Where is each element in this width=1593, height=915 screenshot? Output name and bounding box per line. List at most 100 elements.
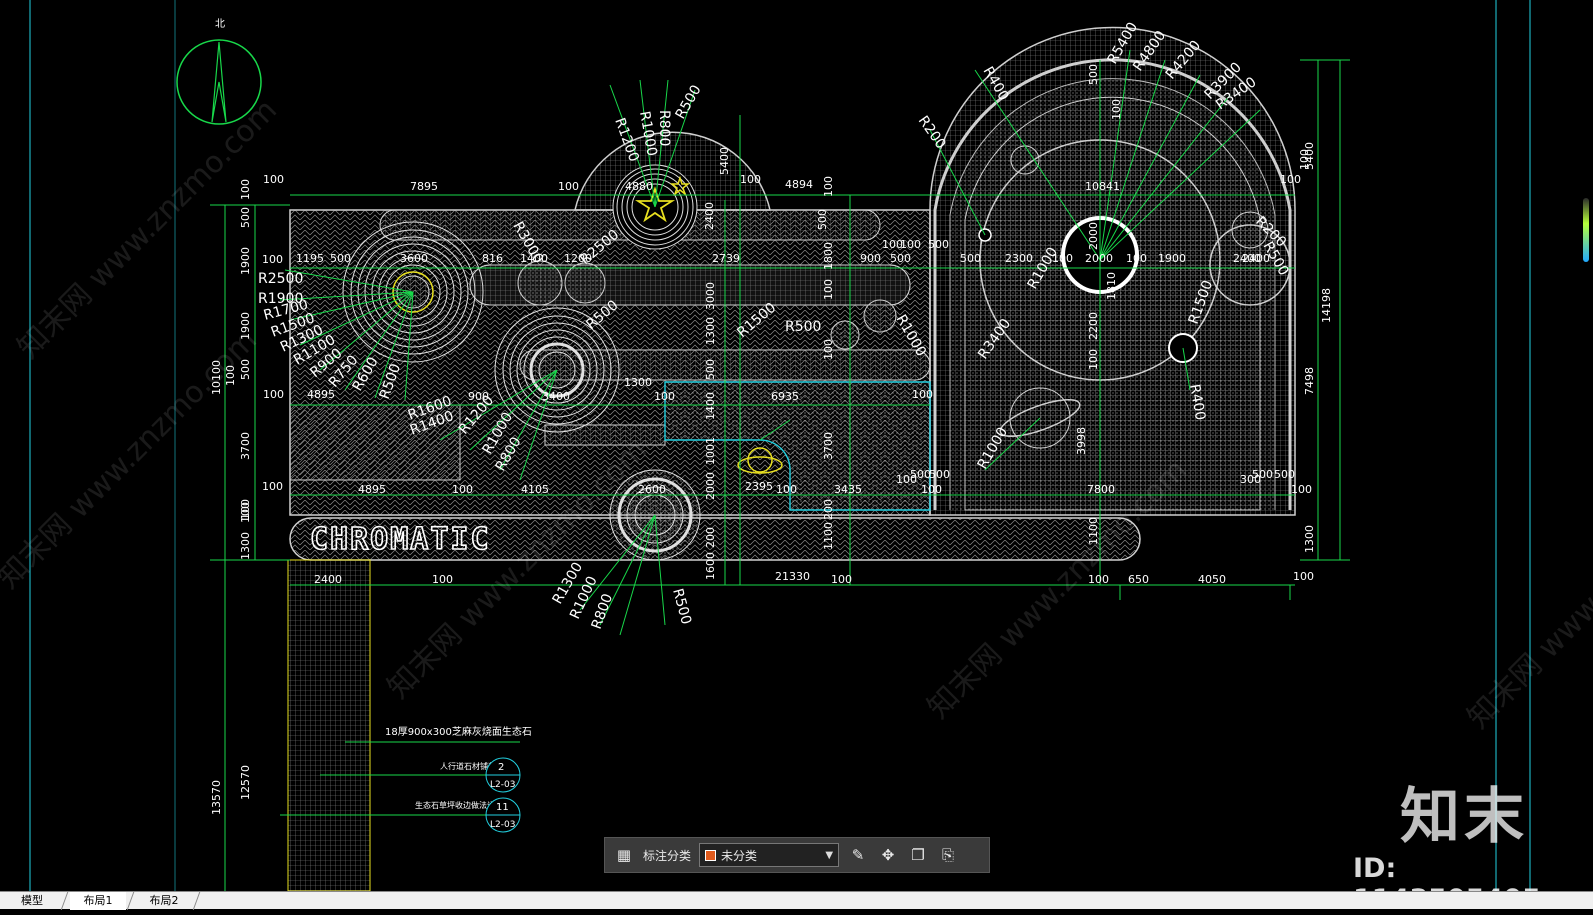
dimension-label: 1400 <box>704 392 717 420</box>
chevron-down-icon: ▼ <box>825 849 834 861</box>
dimension-label: 100 <box>654 390 675 403</box>
dimension-label: 1195 <box>296 252 324 265</box>
dimension-label: 100 <box>1088 573 1109 586</box>
dimension-label: 2400 <box>703 202 716 230</box>
dimension-label: 1300 <box>1303 525 1316 553</box>
dimension-label: 1810 <box>1105 272 1118 300</box>
dimension-label: 816 <box>482 252 503 265</box>
dimension-label: 6935 <box>771 390 799 403</box>
move-icon[interactable]: ✥ <box>877 844 899 866</box>
grid-icon[interactable]: ▦ <box>613 844 635 866</box>
paste-icon[interactable]: ⎘ <box>937 844 959 866</box>
dimension-label: 7895 <box>410 180 438 193</box>
category-dropdown[interactable]: 未分类 ▼ <box>699 843 840 867</box>
dimension-label: 10841 <box>1085 180 1120 193</box>
dimension-label: 500 <box>704 359 717 380</box>
dimension-label: 7498 <box>1303 367 1316 395</box>
radius-label: R800 <box>656 110 672 146</box>
dimension-label: 1600 <box>704 552 717 580</box>
dimension-label: 500 <box>1087 64 1100 85</box>
dimension-label: 100 <box>831 573 852 586</box>
dimension-label: 1100 <box>822 522 835 550</box>
dimension-label: 1900 <box>239 247 252 275</box>
dimension-label: 3700 <box>822 432 835 460</box>
dimension-label: 500 <box>239 359 252 380</box>
dimension-label: 2300 <box>1005 252 1033 265</box>
dimension-label: 1100 <box>1087 517 1100 545</box>
tab-model[interactable]: 模型 <box>6 892 58 910</box>
edit-icon[interactable]: ✎ <box>847 844 869 866</box>
dimension-label: 12570 <box>239 765 252 800</box>
dimension-label: 100 <box>263 388 284 401</box>
annotation-toolbar: ▦ 标注分类 未分类 ▼ ✎ ✥ ❐ ⎘ <box>604 837 990 873</box>
svg-text:11: 11 <box>496 802 509 813</box>
dimension-label: 500 <box>816 209 829 230</box>
dimension-label: 100 <box>239 179 252 200</box>
radius-label: R500 <box>673 82 705 122</box>
dimension-label: 2395 <box>745 480 773 493</box>
dimension-label: 1900 <box>239 312 252 340</box>
dimension-label: 100 <box>262 480 283 493</box>
dimension-label: 1800 <box>822 242 835 270</box>
tab-layout2[interactable]: 布局2 <box>136 892 192 910</box>
dimension-label: 2400 <box>1233 252 1261 265</box>
dimension-label: 21330 <box>775 570 810 583</box>
callout-11[interactable]: 11 L2-03 <box>485 797 521 833</box>
scrollbar-indicator[interactable] <box>1583 198 1589 262</box>
dimension-label: 2400 <box>314 573 342 586</box>
dimension-label: 4895 <box>358 483 386 496</box>
dimension-label: 1300 <box>624 376 652 389</box>
dimension-label: 100 <box>1110 99 1123 120</box>
dimension-label: 2000 <box>704 472 717 500</box>
dimension-label: 1300 <box>239 532 252 560</box>
layout-tab-bar: 模型 布局1 布局2 <box>0 891 1593 910</box>
dimension-label: 500 <box>960 252 981 265</box>
svg-text:L2-03: L2-03 <box>490 780 515 790</box>
dimension-label: 2600 <box>638 483 666 496</box>
dimension-label: 1900 <box>1158 252 1186 265</box>
dimension-label: 500 <box>330 252 351 265</box>
dimension-label: 100 <box>900 238 921 251</box>
dimension-label: 100 <box>912 388 933 401</box>
brand-logo: 知末 <box>1400 782 1528 852</box>
dimension-label: 100 <box>921 483 942 496</box>
dimension-label: 3700 <box>239 432 252 460</box>
dimension-label: 100 <box>1087 349 1100 370</box>
dimension-label: 100 <box>1126 252 1147 265</box>
dimension-label: 100 <box>822 279 835 300</box>
svg-text:2: 2 <box>498 762 504 773</box>
dimension-label: 100 <box>263 173 284 186</box>
dimension-label: 1001 <box>704 437 717 465</box>
dimension-label: 100 <box>822 339 835 360</box>
dimension-label: 100 <box>432 573 453 586</box>
dimension-label: 4050 <box>1198 573 1226 586</box>
dimension-label: 13570 <box>210 780 223 815</box>
dimension-label: 5400 <box>718 147 731 175</box>
annotation-category-label: 标注分类 <box>643 848 692 863</box>
dimension-label: 100 <box>1280 173 1301 186</box>
category-value: 未分类 <box>721 848 758 863</box>
dimension-label: 100 <box>740 173 761 186</box>
radius-label: R2500 <box>258 271 303 287</box>
radius-label: R500 <box>785 319 821 335</box>
tab-layout1[interactable]: 布局1 <box>70 892 126 910</box>
category-color-swatch <box>705 849 717 861</box>
dimension-label: 500 <box>929 468 950 481</box>
dimension-label: 100 <box>558 180 579 193</box>
dimension-label: 3998 <box>1075 427 1088 455</box>
callout-2[interactable]: 2 L2-03 <box>485 757 521 793</box>
dimension-label: 14198 <box>1320 288 1333 323</box>
cad-drawing-canvas[interactable]: 北 CHROMATIC 知末网 www.znzmo.com 知末网 www.zn… <box>0 0 1593 909</box>
dimension-label: 500 <box>1252 468 1273 481</box>
dimension-label: 2000 <box>1087 222 1100 250</box>
dimension-label: 2739 <box>712 252 740 265</box>
copy-icon[interactable]: ❐ <box>907 844 929 866</box>
radius-label: R500 <box>669 587 694 626</box>
dimension-label: 3000 <box>704 282 717 310</box>
dimension-label: 100 <box>262 253 283 266</box>
dimension-label: 4894 <box>785 178 813 191</box>
dimension-label: 500 <box>1274 468 1295 481</box>
dimension-label: 4880 <box>625 180 653 193</box>
dimension-label: 500 <box>910 468 931 481</box>
dimension-label: 500 <box>890 252 911 265</box>
